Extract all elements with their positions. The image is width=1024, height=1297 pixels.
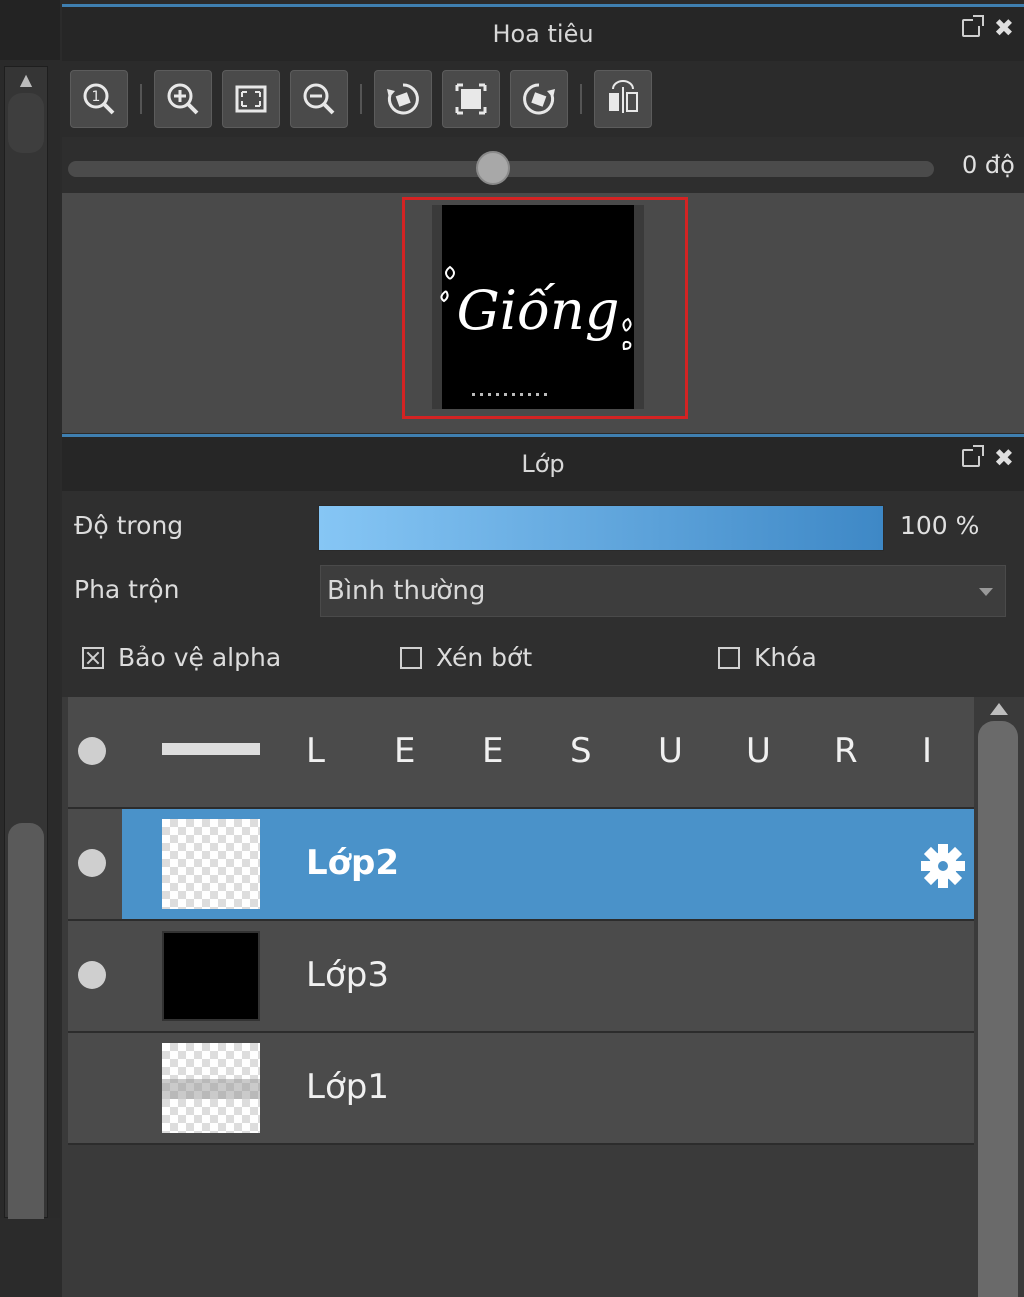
- left-scrollbar[interactable]: ▲: [4, 66, 48, 1219]
- visibility-toggle-icon[interactable]: [78, 961, 106, 989]
- layer-row[interactable]: L E E S U U R I: [68, 697, 974, 809]
- layer-letter: S: [570, 731, 592, 771]
- zoom-in-icon: [167, 83, 199, 115]
- rotate-left-icon: [387, 83, 419, 115]
- opacity-label: Độ trong: [74, 511, 184, 540]
- layer-letter: E: [482, 731, 504, 771]
- visibility-toggle-icon[interactable]: [78, 849, 106, 877]
- rotate-left-button[interactable]: [374, 70, 432, 128]
- flip-horizontal-icon: [609, 80, 638, 113]
- fit-window-button[interactable]: [222, 70, 280, 128]
- layer-name-text-layer: L E E S U U R I: [306, 731, 1010, 771]
- layer-list: L E E S U U R I Lớp2 Lớp3 Lớp1: [68, 697, 974, 1145]
- left-scrollbar-thumb[interactable]: [8, 823, 44, 1219]
- zoom-out-button[interactable]: [290, 70, 348, 128]
- layer-letter: U: [746, 731, 771, 771]
- gear-icon[interactable]: [918, 841, 968, 891]
- flip-horizontal-button[interactable]: [594, 70, 652, 128]
- layer-letter: E: [394, 731, 416, 771]
- reset-rotation-icon: [455, 83, 487, 115]
- lock-label: Khóa: [754, 643, 817, 672]
- layer-row-selected[interactable]: Lớp2: [68, 809, 974, 921]
- toolbar-separator: [140, 84, 142, 114]
- layer-list-scroll-thumb[interactable]: [978, 721, 1018, 1297]
- opacity-slider[interactable]: [318, 505, 884, 551]
- undock-icon[interactable]: [961, 15, 984, 37]
- scroll-up-arrow-icon[interactable]: ▲: [5, 67, 47, 91]
- layer-list-scrollbar[interactable]: [978, 697, 1022, 1297]
- opacity-value: 100 %: [900, 511, 980, 540]
- layer-letter: U: [658, 731, 683, 771]
- protect-alpha-label: Bảo vệ alpha: [118, 643, 282, 672]
- checkbox-unchecked-icon: [718, 646, 740, 669]
- fit-window-icon: [235, 85, 267, 113]
- close-icon[interactable]: ✖: [994, 446, 1014, 470]
- layer-panel-title: Lớp: [521, 450, 565, 478]
- rotate-right-button[interactable]: [510, 70, 568, 128]
- layer-name: Lớp1: [306, 1067, 389, 1107]
- checkbox-unchecked-icon: [400, 646, 422, 669]
- layer-thumbnail: [162, 1043, 260, 1133]
- blend-label: Pha trộn: [74, 575, 180, 604]
- zoom-actual-button[interactable]: 1: [70, 70, 128, 128]
- navigator-toolbar: 1: [62, 61, 1024, 137]
- layer-thumbnail: [162, 743, 260, 755]
- layer-titlebar: Lớp ✖: [62, 434, 1024, 491]
- navigator-preview[interactable]: Giống: [62, 193, 1024, 433]
- reset-rotation-button[interactable]: [442, 70, 500, 128]
- rotate-right-icon: [523, 83, 555, 115]
- undock-icon[interactable]: [961, 445, 984, 467]
- toolbar-separator: [360, 84, 362, 114]
- navigator-panel: Hoa tiêu ✖ 1 0 độ Giống: [62, 4, 1024, 433]
- layer-name: Lớp2: [306, 843, 400, 883]
- navigator-title: Hoa tiêu: [492, 20, 594, 48]
- rotation-value: 0 độ: [962, 151, 1015, 179]
- viewport-frame[interactable]: [402, 197, 688, 419]
- visibility-toggle-icon[interactable]: [78, 737, 106, 765]
- layer-row[interactable]: Lớp1: [68, 1033, 974, 1145]
- blend-mode-dropdown[interactable]: Bình thường: [320, 565, 1006, 617]
- protect-alpha-checkbox[interactable]: Bảo vệ alpha: [82, 643, 281, 672]
- close-icon[interactable]: ✖: [994, 16, 1014, 40]
- zoom-out-icon: [303, 83, 335, 115]
- rotation-slider-handle[interactable]: [476, 151, 510, 185]
- checkbox-checked-icon: [82, 646, 104, 669]
- layer-panel: Lớp ✖ Độ trong 100 % Pha trộn Bình thườn…: [62, 434, 1024, 1297]
- left-strip-header: [0, 0, 60, 60]
- lock-checkbox[interactable]: Khóa: [718, 643, 817, 672]
- svg-text:1: 1: [92, 89, 101, 105]
- toolbar-separator: [580, 84, 582, 114]
- navigator-titlebar: Hoa tiêu ✖: [62, 4, 1024, 61]
- left-scroll-strip: ▲: [0, 0, 60, 1219]
- layer-list-area: L E E S U U R I Lớp2 Lớp3 Lớp1: [62, 697, 1024, 1297]
- clipping-checkbox[interactable]: Xén bớt: [400, 643, 532, 672]
- layer-letter: L: [306, 731, 325, 771]
- layer-properties: Độ trong 100 % Pha trộn Bình thường Bảo …: [62, 491, 1024, 697]
- zoom-actual-icon: 1: [83, 83, 115, 115]
- zoom-in-button[interactable]: [154, 70, 212, 128]
- layer-name: Lớp3: [306, 955, 389, 995]
- blend-mode-value: Bình thường: [327, 576, 486, 606]
- layer-thumbnail: [162, 819, 260, 909]
- layer-row[interactable]: Lớp3: [68, 921, 974, 1033]
- layer-thumbnail: [162, 931, 260, 1021]
- rotation-slider-row: 0 độ: [62, 137, 1024, 193]
- scroll-up-arrow-icon[interactable]: [990, 703, 1008, 715]
- chevron-down-icon: [979, 588, 993, 596]
- clipping-label: Xén bớt: [436, 643, 533, 672]
- layer-letter: R: [834, 731, 858, 771]
- left-scrollbar-cap: [8, 93, 44, 153]
